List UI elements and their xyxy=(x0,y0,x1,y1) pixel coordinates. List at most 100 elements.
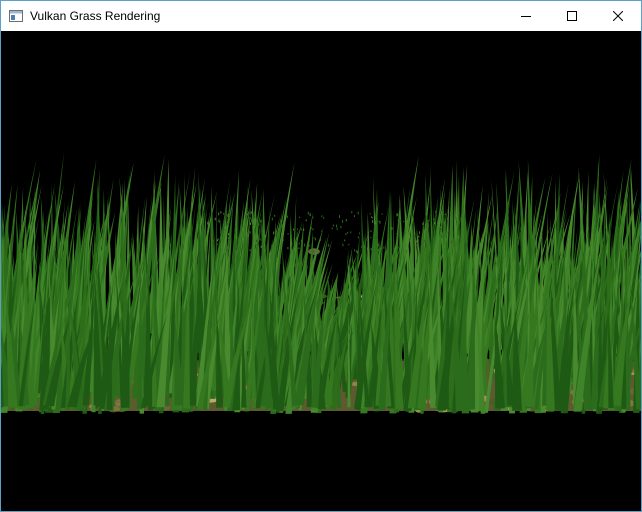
close-button[interactable] xyxy=(595,1,641,31)
grass-tip-speck xyxy=(400,219,402,222)
grass-tip-speck xyxy=(422,223,424,225)
grass-tip-speck xyxy=(377,243,379,247)
grass-tip-speck xyxy=(328,243,330,247)
maximize-button[interactable] xyxy=(549,1,595,31)
grass-tip-speck xyxy=(281,221,283,223)
grass-tip-speck xyxy=(339,215,340,219)
grass-tip-speck xyxy=(312,216,314,219)
grass-tip-speck xyxy=(340,226,342,229)
grass-tip-speck xyxy=(396,246,398,248)
minimize-button[interactable] xyxy=(503,1,549,31)
grass-tip-speck xyxy=(303,228,305,231)
grass-tip-speck xyxy=(445,238,447,241)
grass-tip-speck xyxy=(271,244,273,247)
grass-tip-speck xyxy=(442,238,444,241)
grass-tip-speck xyxy=(300,228,302,231)
grass-tip-speck xyxy=(367,247,368,251)
grass-tip-speck xyxy=(438,227,440,230)
grass-tip-speck xyxy=(378,249,379,252)
grass-tip-speck xyxy=(274,215,276,217)
grass-tip-speck xyxy=(416,244,418,246)
grass-tip-speck xyxy=(298,242,300,245)
grass-tip-speck xyxy=(345,233,347,236)
grass-tip-speck xyxy=(310,226,312,229)
maximize-icon xyxy=(567,11,577,21)
grass-tip-speck xyxy=(374,221,375,224)
grass-tip-speck xyxy=(287,233,289,235)
grass-tip-speck xyxy=(235,235,237,238)
grass-tip-speck xyxy=(439,226,441,228)
grass-tip-speck xyxy=(433,236,435,238)
grass-tip-speck xyxy=(347,231,349,234)
title-bar[interactable]: Vulkan Grass Rendering xyxy=(1,1,641,31)
grass-tip-speck xyxy=(423,221,424,223)
grass-tip-speck xyxy=(307,211,309,215)
app-window: Vulkan Grass Rendering xyxy=(0,0,642,512)
grass-tip-speck xyxy=(272,246,274,248)
grass-tip-speck xyxy=(319,239,321,241)
grass-tip-speck xyxy=(331,227,333,230)
grass-tip-speck xyxy=(210,218,212,221)
grass-tip-speck xyxy=(286,216,288,218)
grass-tip-speck xyxy=(438,221,440,225)
grass-tip-speck xyxy=(381,213,383,215)
grass-tip-speck xyxy=(332,224,334,227)
grass-tip-speck xyxy=(357,211,359,215)
grass-tip-speck xyxy=(444,221,446,224)
grass-tip-speck xyxy=(273,231,275,235)
grass-tip-speck xyxy=(236,228,238,230)
grass-tip-speck xyxy=(388,233,389,236)
grass-tip-speck xyxy=(234,249,236,252)
render-viewport[interactable] xyxy=(1,31,641,511)
grass-tip-speck xyxy=(442,248,444,250)
grass-tip-speck xyxy=(218,212,220,216)
grass-tip-speck xyxy=(375,235,377,239)
grass-tip-speck xyxy=(278,228,280,230)
app-window-icon xyxy=(9,10,23,22)
grass-tip-speck xyxy=(281,224,283,227)
grass-tip-speck xyxy=(262,242,264,246)
grass-tip-speck xyxy=(405,227,407,230)
grass-tip-speck xyxy=(275,236,277,239)
grass-tip-speck xyxy=(397,219,399,221)
grass-tip-speck xyxy=(299,216,301,218)
ground-speck xyxy=(308,248,320,255)
grass-tip-speck xyxy=(280,227,282,229)
grass-tip-speck xyxy=(298,247,300,250)
grass-tip-speck xyxy=(405,220,407,222)
grass-tip-speck xyxy=(227,214,229,218)
grass-tip-speck xyxy=(417,239,419,242)
grass-tip-speck xyxy=(267,248,269,250)
grass-tip-speck xyxy=(422,229,424,232)
grass-tip-speck xyxy=(430,242,432,244)
grass-tip-speck xyxy=(439,234,441,237)
grass-tip-speck xyxy=(379,221,381,224)
grass-tip-speck xyxy=(217,243,219,246)
grass-tip-speck xyxy=(251,219,253,223)
grass-tip-speck xyxy=(284,215,286,218)
grass-tip-speck xyxy=(412,217,414,221)
grass-tip-speck xyxy=(202,218,204,220)
grass-tip-speck xyxy=(282,239,284,242)
grass-tip-speck xyxy=(305,219,307,222)
grass-tip-speck xyxy=(372,217,373,219)
grass-tip-speck xyxy=(256,246,258,248)
grass-tip-speck xyxy=(406,250,407,253)
grass-tip-speck xyxy=(379,248,381,250)
grass-tip-speck xyxy=(260,219,262,223)
grass-tip-speck xyxy=(369,213,371,215)
grass-tip-speck xyxy=(450,212,451,214)
grass-tip-speck xyxy=(287,247,289,250)
grass-tip-speck xyxy=(351,211,353,214)
grass-tip-speck xyxy=(242,238,244,241)
grass-tip-speck xyxy=(396,233,398,235)
grass-tip-speck xyxy=(435,211,437,213)
grass-tip-speck xyxy=(250,211,252,214)
grass-tip-speck xyxy=(313,237,315,239)
grass-tip-speck xyxy=(258,223,260,226)
grass-tip-speck xyxy=(259,238,261,241)
grass-tip-speck xyxy=(254,229,255,233)
grass-tip-speck xyxy=(428,219,430,222)
grass-tip-speck xyxy=(290,246,292,250)
grass-tip-speck xyxy=(223,250,225,253)
